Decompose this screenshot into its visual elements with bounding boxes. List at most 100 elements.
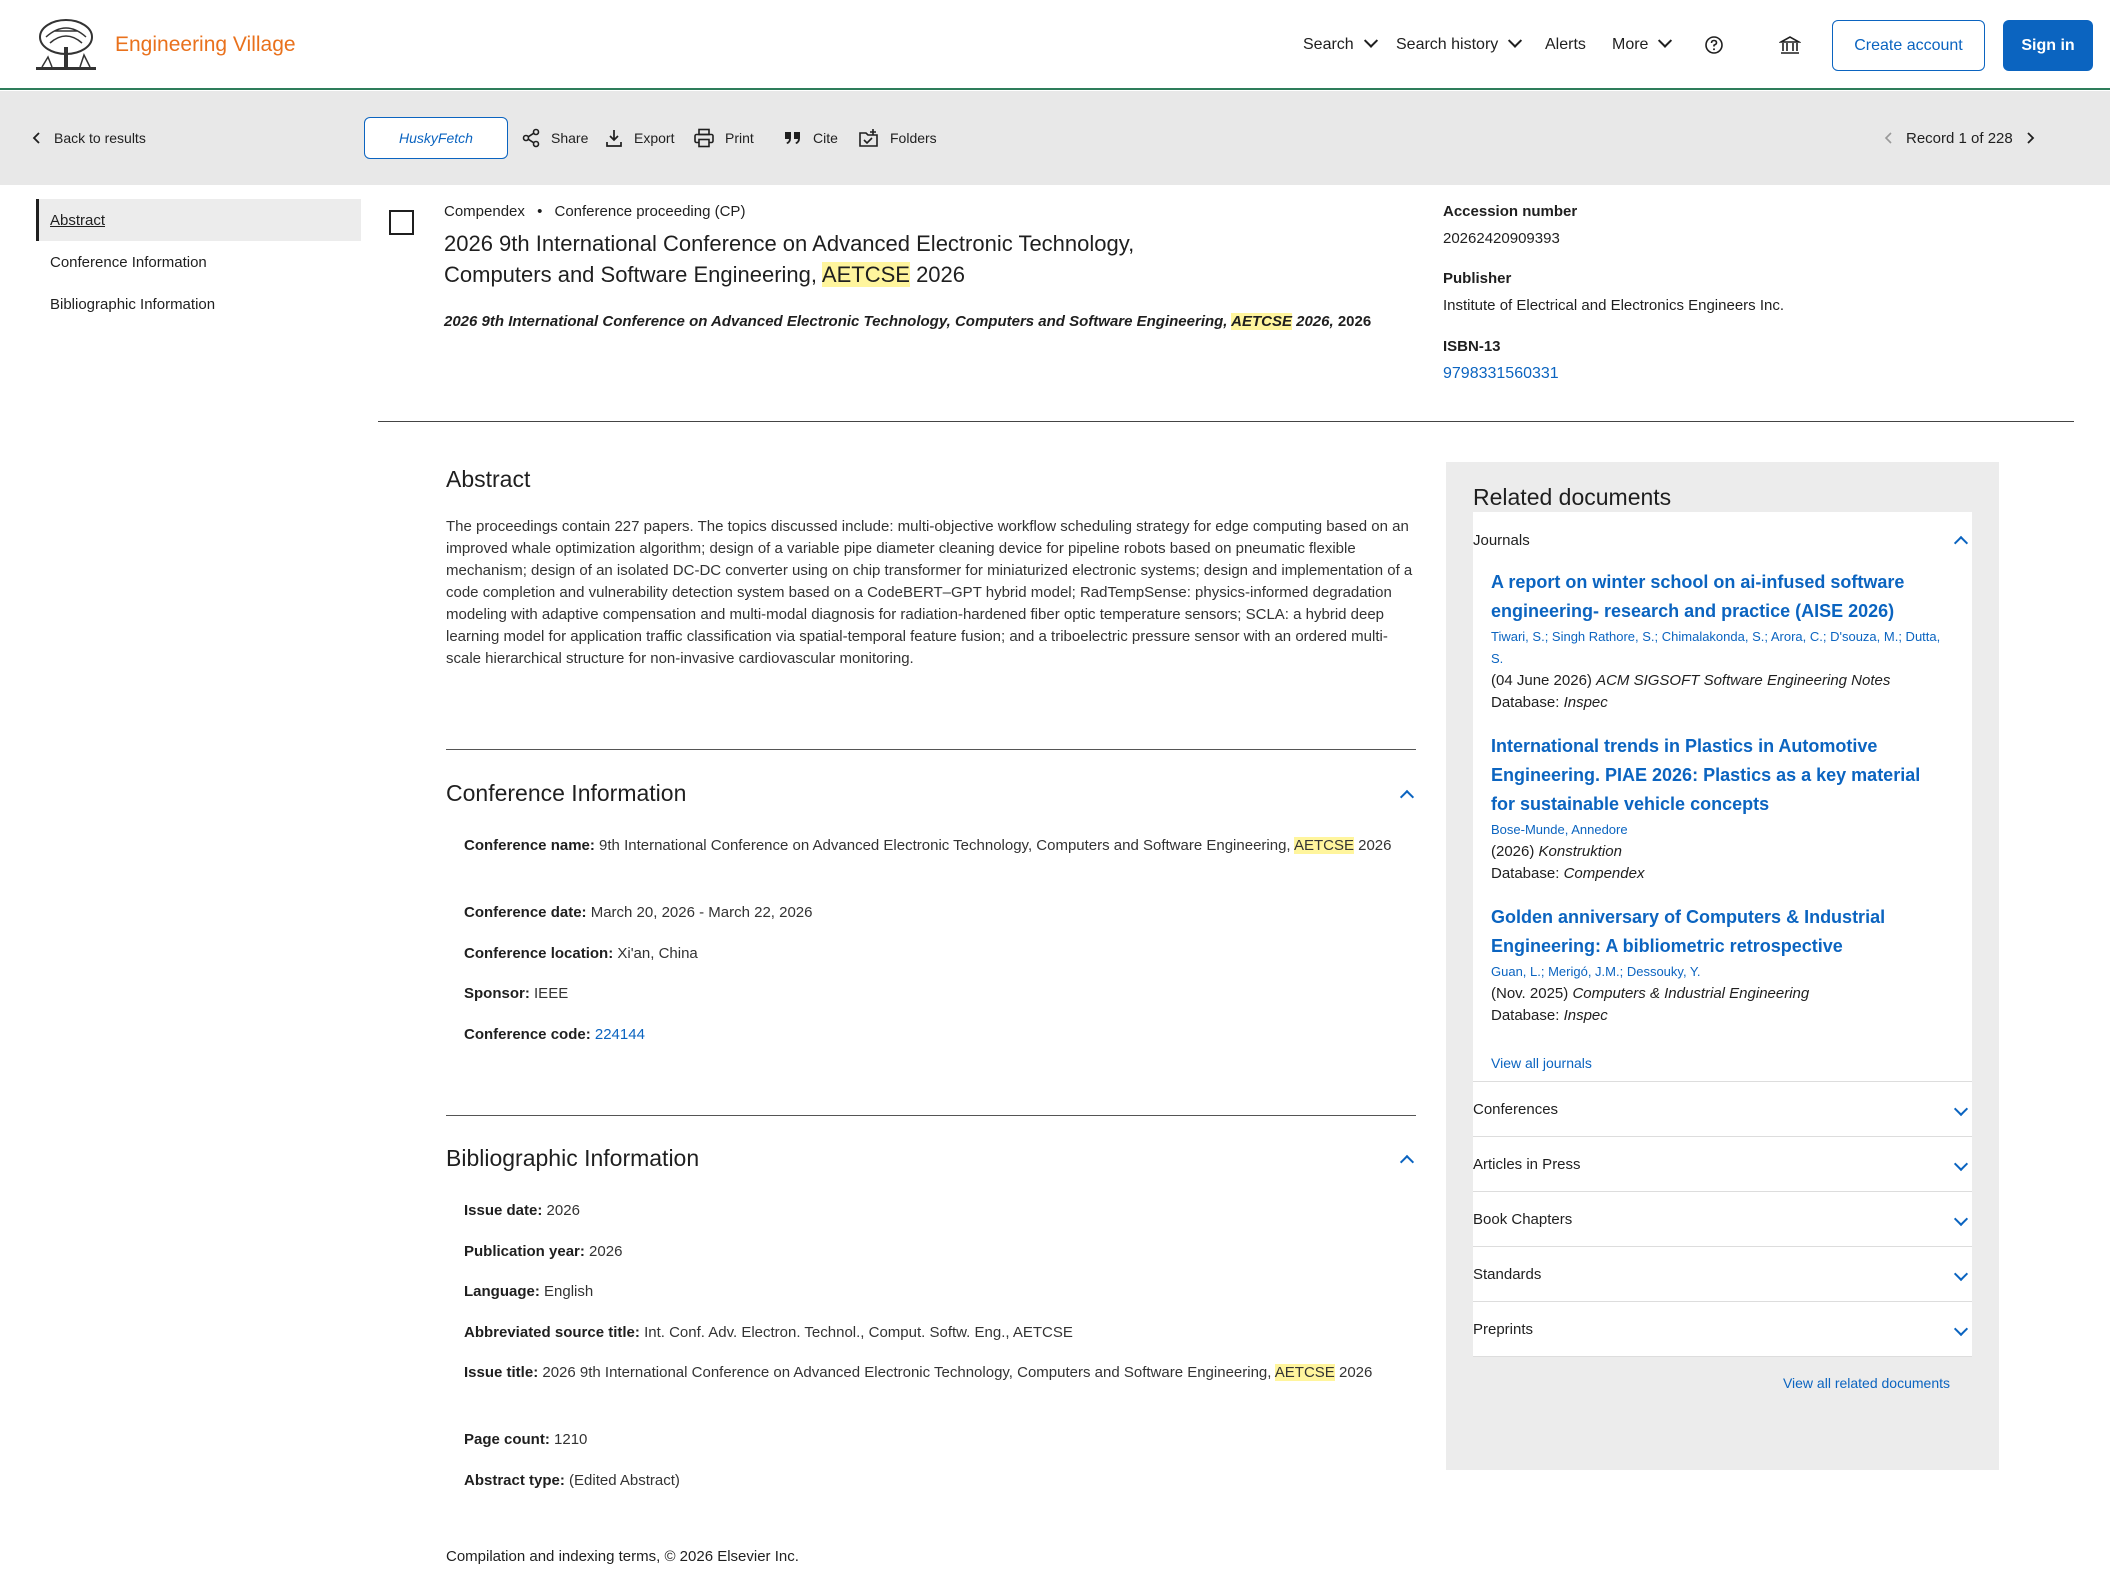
database-name: Compendex [444, 203, 525, 220]
search-term-highlight: AETCSE [1274, 1364, 1335, 1381]
source-year: 2026 [1337, 313, 1372, 330]
search-menu[interactable]: Search [1303, 33, 1378, 54]
record-source: 2026 9th International Conference on Adv… [444, 313, 1371, 330]
articles-in-press-accordion[interactable]: Articles in Press [1473, 1136, 1972, 1191]
book-chapters-accordion[interactable]: Book Chapters [1473, 1191, 1972, 1246]
sponsor-label: Sponsor: [464, 985, 530, 1002]
cite-button[interactable]: Cite [783, 91, 838, 185]
conference-name-value: 9th International Conference on Advanced… [599, 837, 1291, 854]
page-count-field: Page count: 1210 [464, 1426, 587, 1453]
related-doc-authors[interactable]: Guan, L.; Merigó, J.M.; Dessouky, Y. [1491, 961, 1948, 983]
conference-code-link[interactable]: 224144 [595, 1026, 645, 1043]
language-field: Language: English [464, 1278, 593, 1305]
print-button[interactable]: Print [693, 91, 754, 185]
related-doc-authors[interactable]: Bose-Munde, Annedore [1491, 819, 1948, 841]
view-all-journals-link[interactable]: View all journals [1473, 1045, 1972, 1081]
copyright-note: Compilation and indexing terms, © 2026 E… [446, 1548, 799, 1565]
conference-name-label: Conference name: [464, 837, 595, 854]
folders-button[interactable]: Folders [858, 91, 937, 185]
conference-heading: Conference Information [446, 780, 687, 806]
conference-location-label: Conference location: [464, 945, 614, 962]
select-record-checkbox[interactable] [389, 210, 414, 235]
create-account-button[interactable]: Create account [1832, 20, 1985, 71]
journals-accordion[interactable]: Journals [1473, 512, 1972, 568]
language-label: Language: [464, 1283, 540, 1300]
related-doc-title[interactable]: International trends in Plastics in Auto… [1491, 732, 1948, 819]
share-button[interactable]: Share [521, 91, 588, 185]
journals-label: Journals [1473, 531, 1530, 549]
related-doc-authors[interactable]: Tiwari, S.; Singh Rathore, S.; Chimalako… [1491, 626, 1948, 670]
cite-label: Cite [813, 130, 838, 146]
conference-date-label: Conference date: [464, 904, 587, 921]
huskyfetch-button[interactable]: HuskyFetch [364, 117, 508, 159]
sign-in-button[interactable]: Sign in [2003, 20, 2093, 71]
conferences-accordion[interactable]: Conferences [1473, 1081, 1972, 1136]
back-to-results-link[interactable]: Back to results [30, 91, 146, 185]
page-count-label: Page count: [464, 1431, 550, 1448]
divider [446, 749, 1416, 750]
divider [446, 1115, 1416, 1116]
issue-date-label: Issue date: [464, 1202, 543, 1219]
standards-accordion[interactable]: Standards [1473, 1246, 1972, 1301]
book-chapters-label: Book Chapters [1473, 1210, 1573, 1228]
conference-location-field: Conference location: Xi'an, China [464, 940, 698, 967]
chevron-down-icon [1953, 1156, 1969, 1172]
conference-location-value: Xi'an, China [617, 945, 698, 962]
chevron-down-icon [1363, 33, 1378, 48]
accession-number-label: Accession number [1443, 203, 1578, 220]
standards-label: Standards [1473, 1265, 1542, 1283]
related-doc-title[interactable]: Golden anniversary of Computers & Indust… [1491, 903, 1948, 961]
conference-name-field: Conference name: 9th International Confe… [464, 832, 1404, 859]
quote-icon [785, 132, 800, 144]
elsevier-tree-logo[interactable] [34, 17, 98, 73]
sponsor-field: Sponsor: IEEE [464, 980, 568, 1007]
publisher-value: Institute of Electrical and Electronics … [1443, 297, 1785, 314]
search-menu-label: Search [1303, 36, 1354, 53]
search-history-menu[interactable]: Search history [1396, 33, 1523, 54]
more-menu[interactable]: More [1612, 33, 1673, 54]
more-menu-label: More [1612, 36, 1649, 53]
abstract-text: The proceedings contain 227 papers. The … [446, 518, 1413, 667]
related-doc-journal: ACM SIGSOFT Software Engineering Notes [1596, 672, 1891, 689]
search-term-highlight: AETCSE [821, 262, 910, 287]
preprints-accordion[interactable]: Preprints [1473, 1301, 1972, 1356]
search-term-highlight: AETCSE [1293, 837, 1354, 854]
source-title-year: 2026, [1296, 313, 1334, 330]
related-doc-journal: Konstruktion [1538, 843, 1622, 860]
app-header: Engineering Village Search Search histor… [0, 0, 2110, 90]
issue-date-value: 2026 [546, 1202, 580, 1219]
chevron-left-icon[interactable] [1882, 130, 1896, 146]
print-label: Print [725, 130, 754, 146]
source-title-text: 2026 9th International Conference on Adv… [444, 313, 1228, 330]
abbreviated-source-title-field: Abbreviated source title: Int. Conf. Adv… [464, 1319, 1073, 1346]
conference-name-year: 2026 [1358, 837, 1392, 854]
nav-abstract[interactable]: Abstract [36, 199, 361, 241]
related-doc-title[interactable]: A report on winter school on ai-infused … [1491, 568, 1948, 626]
issue-date-field: Issue date: 2026 [464, 1197, 580, 1224]
nav-conference-information[interactable]: Conference Information [36, 241, 361, 283]
back-to-results-label: Back to results [54, 130, 146, 146]
collapse-bibliographic-icon[interactable] [1399, 1154, 1415, 1170]
view-all-related-link[interactable]: View all related documents [1473, 1356, 1972, 1408]
collapse-conference-icon[interactable] [1399, 789, 1415, 805]
record-position: Record 1 of 228 [1906, 129, 2013, 147]
export-button[interactable]: Export [604, 91, 674, 185]
isbn-label: ISBN-13 [1443, 338, 1501, 355]
divider [378, 421, 2074, 422]
record-toolbar: Back to results HuskyFetch Share Export … [0, 91, 2110, 185]
isbn-link[interactable]: 9798331560331 [1443, 365, 1559, 383]
related-journal-item: Golden anniversary of Computers & Indust… [1473, 903, 1972, 1027]
chevron-right-icon[interactable] [2023, 130, 2037, 146]
record-title-year: 2026 [916, 262, 966, 287]
record-meta: Compendex • Conference proceeding (CP) [444, 203, 746, 220]
alerts-link[interactable]: Alerts [1545, 36, 1586, 54]
nav-bibliographic-information[interactable]: Bibliographic Information [36, 283, 361, 325]
help-icon[interactable] [1704, 35, 1724, 55]
chevron-down-icon [1953, 1101, 1969, 1117]
brand-name[interactable]: Engineering Village [115, 33, 296, 57]
related-journal-item: International trends in Plastics in Auto… [1473, 732, 1972, 885]
issue-title-value: 2026 9th International Conference on Adv… [542, 1364, 1272, 1381]
issue-title-label: Issue title: [464, 1364, 539, 1381]
institution-icon[interactable] [1779, 34, 1801, 56]
conference-date-field: Conference date: March 20, 2026 - March … [464, 899, 813, 926]
